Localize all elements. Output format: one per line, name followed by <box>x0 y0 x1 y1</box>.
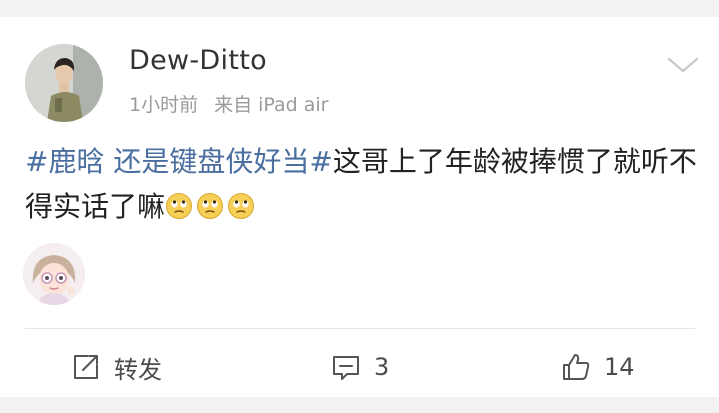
rolling-eyes-emoji-icon <box>165 192 193 220</box>
cartoon-girl-sticker-icon <box>23 243 85 305</box>
comment-icon <box>330 351 362 383</box>
post-card: Dew-Ditto 1小时前 来自 iPad air #鹿晗 还是键盘侠好当#这哥… <box>0 17 719 397</box>
topic-link[interactable]: #鹿晗 还是键盘侠好当# <box>25 145 333 178</box>
divider <box>25 328 695 329</box>
liker-avatar[interactable] <box>23 243 85 305</box>
chevron-down-icon[interactable] <box>666 55 700 75</box>
like-count: 14 <box>604 353 635 381</box>
thumbs-up-icon <box>560 351 592 383</box>
post-time: 1小时前 <box>129 94 199 116</box>
comment-button[interactable]: 3 <box>330 350 389 384</box>
repost-label: 转发 <box>114 355 162 384</box>
repost-button[interactable]: 转发 <box>70 350 162 384</box>
repost-icon <box>70 351 102 383</box>
post-text: #鹿晗 还是键盘侠好当#这哥上了年龄被捧惯了就听不得实话了嘛 <box>25 139 705 229</box>
post-source: 来自 iPad air <box>214 94 329 116</box>
comment-count: 3 <box>374 353 390 381</box>
avatar-photo <box>25 44 103 122</box>
username[interactable]: Dew-Ditto <box>129 45 267 76</box>
post-meta: 1小时前 来自 iPad air <box>129 90 329 117</box>
rolling-eyes-emoji-icon <box>227 192 255 220</box>
like-button[interactable]: 14 <box>560 350 635 384</box>
rolling-eyes-emoji-icon <box>196 192 224 220</box>
avatar[interactable] <box>25 44 103 122</box>
